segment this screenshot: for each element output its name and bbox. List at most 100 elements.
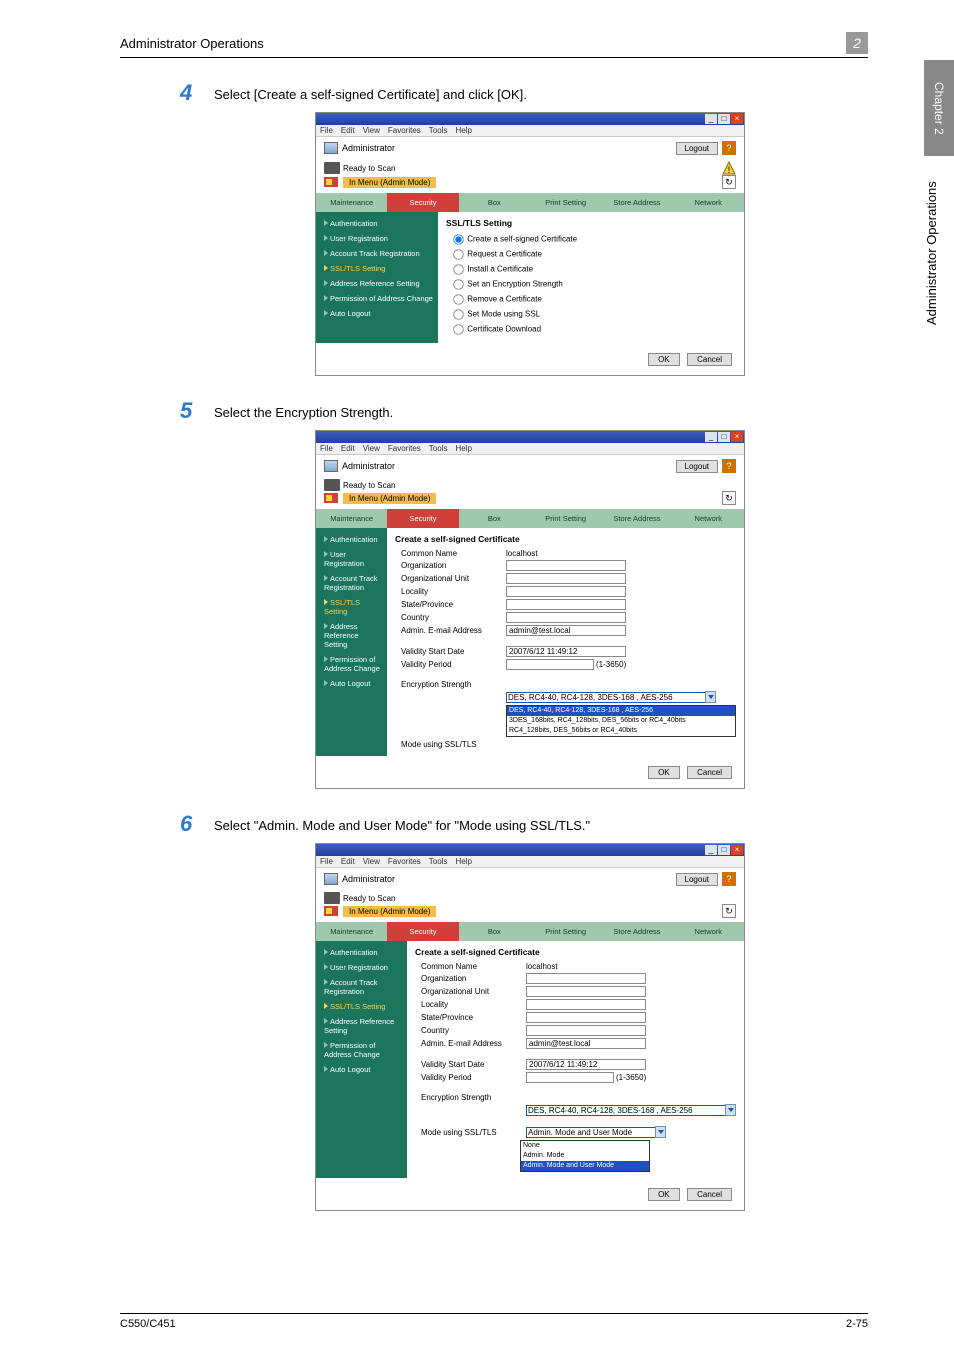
cancel-button[interactable]: Cancel (687, 1188, 732, 1201)
menu-favorites[interactable]: Favorites (388, 126, 421, 135)
window-minimize-icon[interactable]: _ (705, 845, 717, 855)
chevron-down-icon[interactable] (705, 691, 716, 703)
radio-create-self-signed[interactable] (453, 234, 463, 244)
window-minimize-icon[interactable]: _ (705, 114, 717, 124)
menu-edit[interactable]: Edit (341, 444, 355, 453)
input-validity-period[interactable] (526, 1072, 614, 1083)
sidebar-item-address-ref[interactable]: Address Reference Setting (316, 1014, 407, 1038)
window-maximize-icon[interactable]: □ (718, 432, 730, 442)
input-start-date[interactable] (506, 646, 626, 657)
window-maximize-icon[interactable]: □ (718, 845, 730, 855)
menu-favorites[interactable]: Favorites (388, 444, 421, 453)
sidebar-item-ssl-tls[interactable]: SSL/TLS Setting (316, 261, 438, 276)
input-state[interactable] (526, 1012, 646, 1023)
logout-button[interactable]: Logout (676, 873, 718, 886)
menu-file[interactable]: File (320, 857, 333, 866)
input-organization[interactable] (506, 560, 626, 571)
sidebar-item-address-ref[interactable]: Address Reference Setting (316, 276, 438, 291)
mode-ssl-dropdown[interactable]: Admin. Mode and User Mode (526, 1127, 656, 1138)
enc-strength-dropdown[interactable]: DES, RC4-40, RC4-128, 3DES-168 , AES-256 (526, 1105, 726, 1116)
cancel-button[interactable]: Cancel (687, 766, 732, 779)
logout-button[interactable]: Logout (676, 142, 718, 155)
radio-request-cert[interactable] (453, 249, 463, 259)
input-locality[interactable] (506, 586, 626, 597)
enc-option-1[interactable]: 3DES_168bits, RC4_128bits, DES_56bits or… (507, 716, 735, 726)
radio-cert-download[interactable] (453, 324, 463, 334)
menu-view[interactable]: View (363, 444, 380, 453)
tab-box[interactable]: Box (459, 193, 530, 212)
input-locality[interactable] (526, 999, 646, 1010)
sidebar-item-authentication[interactable]: Authentication (316, 216, 438, 231)
tab-store-address[interactable]: Store Address (601, 509, 672, 528)
ok-button[interactable]: OK (648, 766, 680, 779)
sidebar-item-ssl-tls[interactable]: SSL/TLS Setting (316, 595, 387, 619)
ok-button[interactable]: OK (648, 353, 680, 366)
input-ou[interactable] (506, 573, 626, 584)
refresh-icon[interactable]: ↻ (722, 491, 736, 505)
sidebar-item-ssl-tls[interactable]: SSL/TLS Setting (316, 999, 407, 1014)
sidebar-item-user-registration[interactable]: User Registration (316, 960, 407, 975)
chevron-down-icon[interactable] (655, 1126, 666, 1138)
radio-remove-cert[interactable] (453, 294, 463, 304)
sidebar-item-permission-addr[interactable]: Permission of Address Change (316, 652, 387, 676)
input-validity-period[interactable] (506, 659, 594, 670)
input-country[interactable] (526, 1025, 646, 1036)
menu-edit[interactable]: Edit (341, 857, 355, 866)
window-close-icon[interactable]: × (731, 114, 743, 124)
window-close-icon[interactable]: × (731, 845, 743, 855)
tab-store-address[interactable]: Store Address (601, 193, 672, 212)
tab-maintenance[interactable]: Maintenance (316, 193, 387, 212)
sidebar-item-account-track[interactable]: Account Track Registration (316, 246, 438, 261)
input-ou[interactable] (526, 986, 646, 997)
sidebar-item-account-track[interactable]: Account Track Registration (316, 571, 387, 595)
mode-option-admin[interactable]: Admin. Mode (521, 1151, 649, 1161)
sidebar-item-user-registration[interactable]: User Registration (316, 231, 438, 246)
tab-maintenance[interactable]: Maintenance (316, 922, 387, 941)
tab-print-setting[interactable]: Print Setting (530, 922, 601, 941)
menu-help[interactable]: Help (455, 857, 471, 866)
sidebar-item-permission-addr[interactable]: Permission of Address Change (316, 291, 438, 306)
menu-help[interactable]: Help (455, 444, 471, 453)
mode-option-admin-user[interactable]: Admin. Mode and User Mode (521, 1161, 649, 1171)
tab-security[interactable]: Security (387, 509, 458, 528)
input-state[interactable] (506, 599, 626, 610)
menu-tools[interactable]: Tools (429, 444, 448, 453)
input-organization[interactable] (526, 973, 646, 984)
menu-file[interactable]: File (320, 444, 333, 453)
input-email[interactable] (506, 625, 626, 636)
tab-store-address[interactable]: Store Address (601, 922, 672, 941)
menu-tools[interactable]: Tools (429, 126, 448, 135)
menu-tools[interactable]: Tools (429, 857, 448, 866)
sidebar-item-auto-logout[interactable]: Auto Logout (316, 1062, 407, 1077)
tab-print-setting[interactable]: Print Setting (530, 193, 601, 212)
menu-view[interactable]: View (363, 126, 380, 135)
menu-help[interactable]: Help (455, 126, 471, 135)
sidebar-item-permission-addr[interactable]: Permission of Address Change (316, 1038, 407, 1062)
menu-view[interactable]: View (363, 857, 380, 866)
radio-install-cert[interactable] (453, 264, 463, 274)
input-country[interactable] (506, 612, 626, 623)
cancel-button[interactable]: Cancel (687, 353, 732, 366)
window-maximize-icon[interactable]: □ (718, 114, 730, 124)
tab-print-setting[interactable]: Print Setting (530, 509, 601, 528)
sidebar-item-authentication[interactable]: Authentication (316, 532, 387, 547)
refresh-icon[interactable]: ↻ (722, 904, 736, 918)
radio-set-enc-strength[interactable] (453, 279, 463, 289)
input-start-date[interactable] (526, 1059, 646, 1070)
sidebar-item-auto-logout[interactable]: Auto Logout (316, 306, 438, 321)
tab-box[interactable]: Box (459, 922, 530, 941)
sidebar-item-authentication[interactable]: Authentication (316, 945, 407, 960)
tab-network[interactable]: Network (673, 193, 744, 212)
tab-box[interactable]: Box (459, 509, 530, 528)
mode-option-none[interactable]: None (521, 1141, 649, 1151)
tab-security[interactable]: Security (387, 193, 458, 212)
sidebar-item-user-registration[interactable]: User Registration (316, 547, 387, 571)
enc-option-0[interactable]: DES, RC4-40, RC4-128, 3DES-168 , AES-256 (507, 706, 735, 716)
help-icon[interactable]: ? (722, 459, 736, 473)
tab-security[interactable]: Security (387, 922, 458, 941)
input-email[interactable] (526, 1038, 646, 1049)
sidebar-item-address-ref[interactable]: Address Reference Setting (316, 619, 387, 652)
sidebar-item-auto-logout[interactable]: Auto Logout (316, 676, 387, 691)
help-icon[interactable]: ? (722, 872, 736, 886)
menu-favorites[interactable]: Favorites (388, 857, 421, 866)
